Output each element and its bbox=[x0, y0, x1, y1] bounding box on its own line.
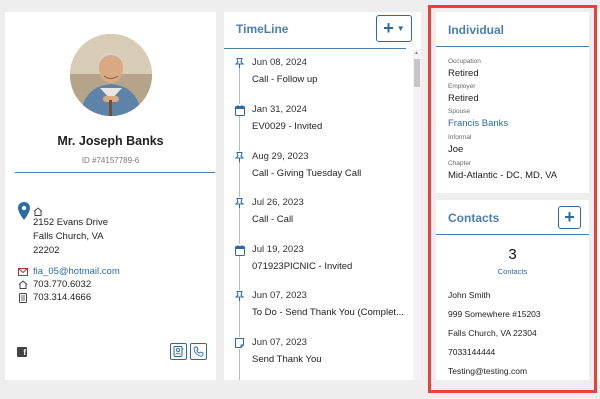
timeline-text: EV0029 - Invited bbox=[252, 121, 323, 132]
timeline-date: Jul 19, 2023 bbox=[252, 244, 304, 255]
note-icon bbox=[234, 337, 245, 349]
timeline-date: Jun 07, 2023 bbox=[252, 337, 307, 348]
address-line: 2152 Evans Drive bbox=[33, 217, 108, 228]
scrollbar-thumb[interactable] bbox=[414, 59, 420, 87]
calendar-icon bbox=[234, 244, 245, 256]
contact-id: ID #74157789-6 bbox=[81, 156, 140, 165]
timeline-date: Jan 31, 2024 bbox=[252, 104, 307, 115]
highlight-box bbox=[428, 5, 597, 393]
pin-icon bbox=[234, 290, 245, 302]
timeline-text: Call - Giving Tuesday Call bbox=[252, 168, 362, 179]
plus-icon: + bbox=[383, 18, 394, 38]
scroll-up-icon[interactable]: ▲ bbox=[414, 50, 419, 56]
timeline-date: Jul 26, 2023 bbox=[252, 197, 304, 208]
mobile-phone-row: 703.314.4666 bbox=[17, 292, 91, 303]
phone-icon bbox=[193, 346, 204, 357]
email-row: fia_05@hotmail.com bbox=[17, 266, 120, 277]
mobile-phone[interactable]: 703.314.4666 bbox=[33, 292, 91, 303]
timeline-text: To Do - Send Thank You (Complet... bbox=[252, 307, 404, 318]
contact-card-button[interactable] bbox=[170, 343, 187, 360]
home-phone[interactable]: 703.770.6032 bbox=[33, 279, 91, 290]
divider bbox=[224, 48, 406, 49]
address: 2152 Evans Drive Falls Church, VA 22202 bbox=[33, 216, 108, 258]
pin-icon bbox=[234, 57, 245, 69]
divider bbox=[15, 172, 215, 173]
contact-card-icon bbox=[173, 346, 184, 357]
mobile-phone-icon bbox=[17, 292, 29, 303]
calendar-icon bbox=[234, 104, 245, 116]
pin-icon bbox=[234, 151, 245, 163]
phone-button[interactable] bbox=[190, 343, 207, 360]
timeline-scrollbar[interactable]: ▲ bbox=[413, 49, 421, 380]
facebook-icon[interactable]: f bbox=[17, 347, 27, 357]
map-pin-icon[interactable] bbox=[18, 202, 30, 225]
chevron-down-icon: ▼ bbox=[396, 24, 405, 33]
timeline-panel: TimeLine + ▼ Jun 08, 2024 Call - Follow … bbox=[224, 12, 421, 380]
mail-icon bbox=[17, 267, 29, 276]
timeline-date: Jun 08, 2024 bbox=[252, 57, 307, 68]
email-link[interactable]: fia_05@hotmail.com bbox=[33, 266, 120, 277]
contact-name: Mr. Joseph Banks bbox=[57, 134, 164, 148]
timeline-date: Jun 07, 2023 bbox=[252, 290, 307, 301]
pin-icon bbox=[234, 197, 245, 209]
profile-card: Mr. Joseph Banks ID #74157789-6 2152 Eva… bbox=[5, 12, 216, 380]
home-icon bbox=[17, 280, 29, 289]
avatar bbox=[70, 34, 152, 116]
timeline-text: Call - Follow up bbox=[252, 74, 318, 85]
timeline-add-button[interactable]: + ▼ bbox=[376, 15, 412, 42]
timeline-text: 071923PICNIC - Invited bbox=[252, 261, 353, 272]
home-phone-row: 703.770.6032 bbox=[17, 279, 91, 290]
timeline-text: Send Thank You bbox=[252, 354, 322, 365]
address-line: 22202 bbox=[33, 245, 60, 256]
timeline-date: Aug 29, 2023 bbox=[252, 151, 309, 162]
timeline-title: TimeLine bbox=[236, 22, 289, 36]
address-line: Falls Church, VA bbox=[33, 231, 104, 242]
timeline-text: Call - Call bbox=[252, 214, 294, 225]
